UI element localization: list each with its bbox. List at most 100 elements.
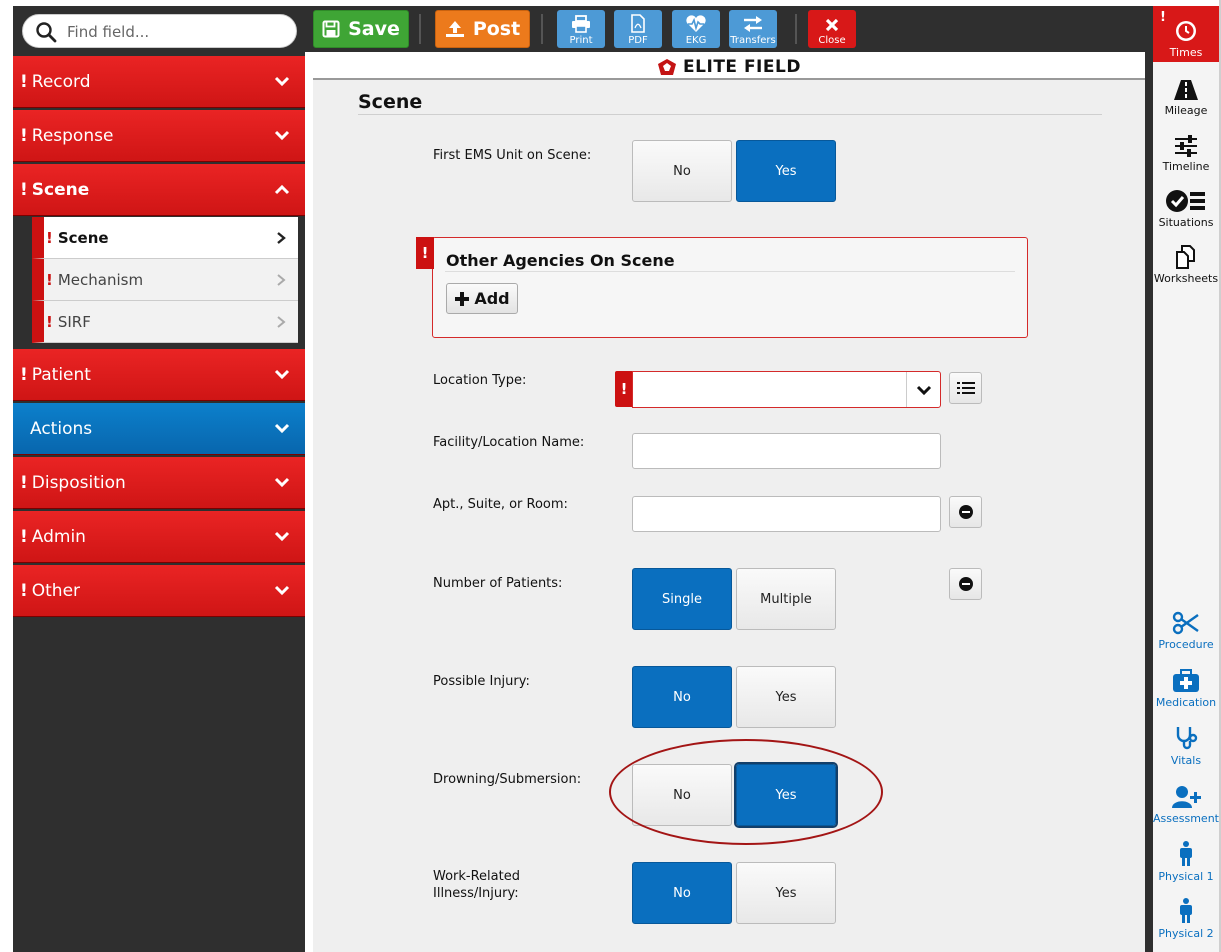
drowning-label: Drowning/Submersion:	[433, 772, 582, 787]
elite-logo-icon	[658, 58, 677, 75]
nav-section-label: Other	[31, 580, 81, 601]
possible-injury-yes-button[interactable]: Yes	[736, 666, 836, 728]
work-related-label-line2: Illness/Injury:	[433, 886, 519, 901]
mileage-button[interactable]: Mileage	[1153, 64, 1219, 120]
chevron-down-icon	[274, 369, 290, 379]
subnav-mechanism[interactable]: ! Mechanism	[32, 259, 298, 301]
facility-name-input[interactable]	[632, 433, 941, 469]
post-button[interactable]: Post	[435, 10, 530, 48]
required-mark: !	[20, 125, 28, 146]
subnav-sirf[interactable]: ! SIRF	[32, 301, 298, 343]
nav-section-label: Record	[31, 71, 91, 92]
nav-section-admin[interactable]: ! Admin	[13, 511, 305, 563]
work-related-yes-button[interactable]: Yes	[736, 862, 836, 924]
work-related-no-button[interactable]: No	[632, 862, 732, 924]
add-user-icon	[1172, 786, 1201, 808]
subnav-scene[interactable]: ! Scene	[32, 217, 298, 259]
num-patients-multiple-button[interactable]: Multiple	[736, 568, 836, 630]
upload-icon	[445, 21, 464, 37]
required-mark: !	[416, 237, 434, 269]
drowning-no-button[interactable]: No	[632, 764, 732, 826]
apt-suite-input[interactable]	[632, 496, 941, 532]
required-mark: !	[20, 179, 28, 200]
floppy-disk-icon	[322, 20, 340, 38]
close-button[interactable]: Close	[808, 10, 856, 48]
save-button[interactable]: Save	[313, 10, 409, 48]
copy-documents-icon	[1176, 245, 1195, 269]
mileage-label: Mileage	[1164, 104, 1208, 117]
procedure-button[interactable]: Procedure	[1153, 598, 1219, 654]
physical-2-label: Physical 2	[1158, 927, 1214, 940]
medical-kit-icon	[1173, 669, 1199, 692]
stethoscope-icon	[1176, 727, 1198, 750]
nav-section-other[interactable]: ! Other	[13, 565, 305, 617]
list-icon	[956, 382, 975, 394]
physical-2-button[interactable]: Physical 2	[1153, 887, 1219, 943]
location-list-button[interactable]	[949, 372, 982, 404]
chevron-down-icon	[274, 76, 290, 86]
drowning-yes-button[interactable]: Yes	[734, 762, 838, 828]
add-agency-button[interactable]: Add	[446, 283, 518, 314]
transfers-button[interactable]: Transfers	[729, 10, 777, 48]
vitals-button[interactable]: Vitals	[1153, 714, 1219, 770]
nav-section-patient[interactable]: ! Patient	[13, 349, 305, 401]
person-icon	[1180, 841, 1192, 866]
apt-suite-remove-button[interactable]	[949, 496, 982, 528]
required-mark: !	[1160, 10, 1166, 25]
nav-section-record[interactable]: ! Record	[13, 56, 305, 108]
times-button[interactable]: ! Times	[1153, 6, 1219, 62]
required-mark: !	[20, 71, 28, 92]
first-unit-yes-button[interactable]: Yes	[736, 140, 836, 202]
printer-icon	[572, 15, 590, 33]
clock-icon	[1176, 21, 1196, 41]
procedure-label: Procedure	[1158, 638, 1214, 651]
nav-section-label: Response	[31, 125, 114, 146]
nav-section-label: Admin	[31, 526, 86, 547]
worksheets-button[interactable]: Worksheets	[1153, 232, 1219, 288]
possible-injury-no-button[interactable]: No	[632, 666, 732, 728]
minus-circle-icon	[958, 577, 973, 591]
divider	[358, 114, 1102, 115]
check-list-icon	[1166, 190, 1205, 212]
num-patients-remove-button[interactable]	[949, 568, 982, 600]
nav-section-label: Patient	[31, 364, 91, 385]
subnav-label: Mechanism	[57, 270, 144, 289]
chevron-right-icon	[277, 231, 286, 244]
timeline-button[interactable]: Timeline	[1153, 120, 1219, 176]
timeline-label: Timeline	[1162, 160, 1210, 173]
print-button[interactable]: Print	[557, 10, 605, 48]
search-input[interactable]	[67, 21, 287, 43]
required-mark: !	[46, 270, 53, 289]
toolbar: Save Post Print PDF EKG Transfers Close	[305, 6, 1145, 52]
situations-button[interactable]: Situations	[1153, 176, 1219, 232]
person-icon	[1180, 898, 1192, 923]
assessment-label: Assessment	[1153, 812, 1219, 825]
first-unit-no-button[interactable]: No	[632, 140, 732, 202]
nav-section-label: Scene	[31, 179, 90, 200]
physical-1-button[interactable]: Physical 1	[1153, 830, 1219, 886]
save-label: Save	[348, 18, 400, 40]
other-agencies-title: Other Agencies On Scene	[446, 251, 675, 270]
sliders-icon	[1175, 135, 1197, 157]
left-sidebar: ! Record ! Response ! Scene ! Scene ! Me…	[13, 6, 305, 952]
medication-button[interactable]: Medication	[1153, 656, 1219, 712]
nav-section-scene[interactable]: ! Scene	[13, 164, 305, 216]
possible-injury-label: Possible Injury:	[433, 674, 530, 689]
search-box[interactable]	[22, 14, 297, 48]
chevron-down-icon[interactable]	[906, 372, 940, 407]
nav-section-response[interactable]: ! Response	[13, 110, 305, 162]
nav-section-actions[interactable]: Actions	[13, 403, 305, 455]
location-type-select[interactable]	[632, 371, 941, 408]
chevron-up-icon	[274, 184, 290, 194]
first-unit-label: First EMS Unit on Scene:	[433, 148, 592, 163]
pdf-button[interactable]: PDF	[614, 10, 662, 48]
assessment-button[interactable]: Assessment	[1153, 772, 1219, 828]
nav-section-disposition[interactable]: ! Disposition	[13, 457, 305, 509]
search-bar	[13, 6, 305, 56]
num-patients-single-button[interactable]: Single	[632, 568, 732, 630]
other-agencies-panel: ! Other Agencies On Scene Add	[416, 237, 1028, 338]
num-patients-label: Number of Patients:	[433, 576, 563, 591]
nav-section-label: Actions	[30, 418, 93, 439]
ekg-button[interactable]: EKG	[672, 10, 720, 48]
chevron-down-icon	[274, 585, 290, 595]
